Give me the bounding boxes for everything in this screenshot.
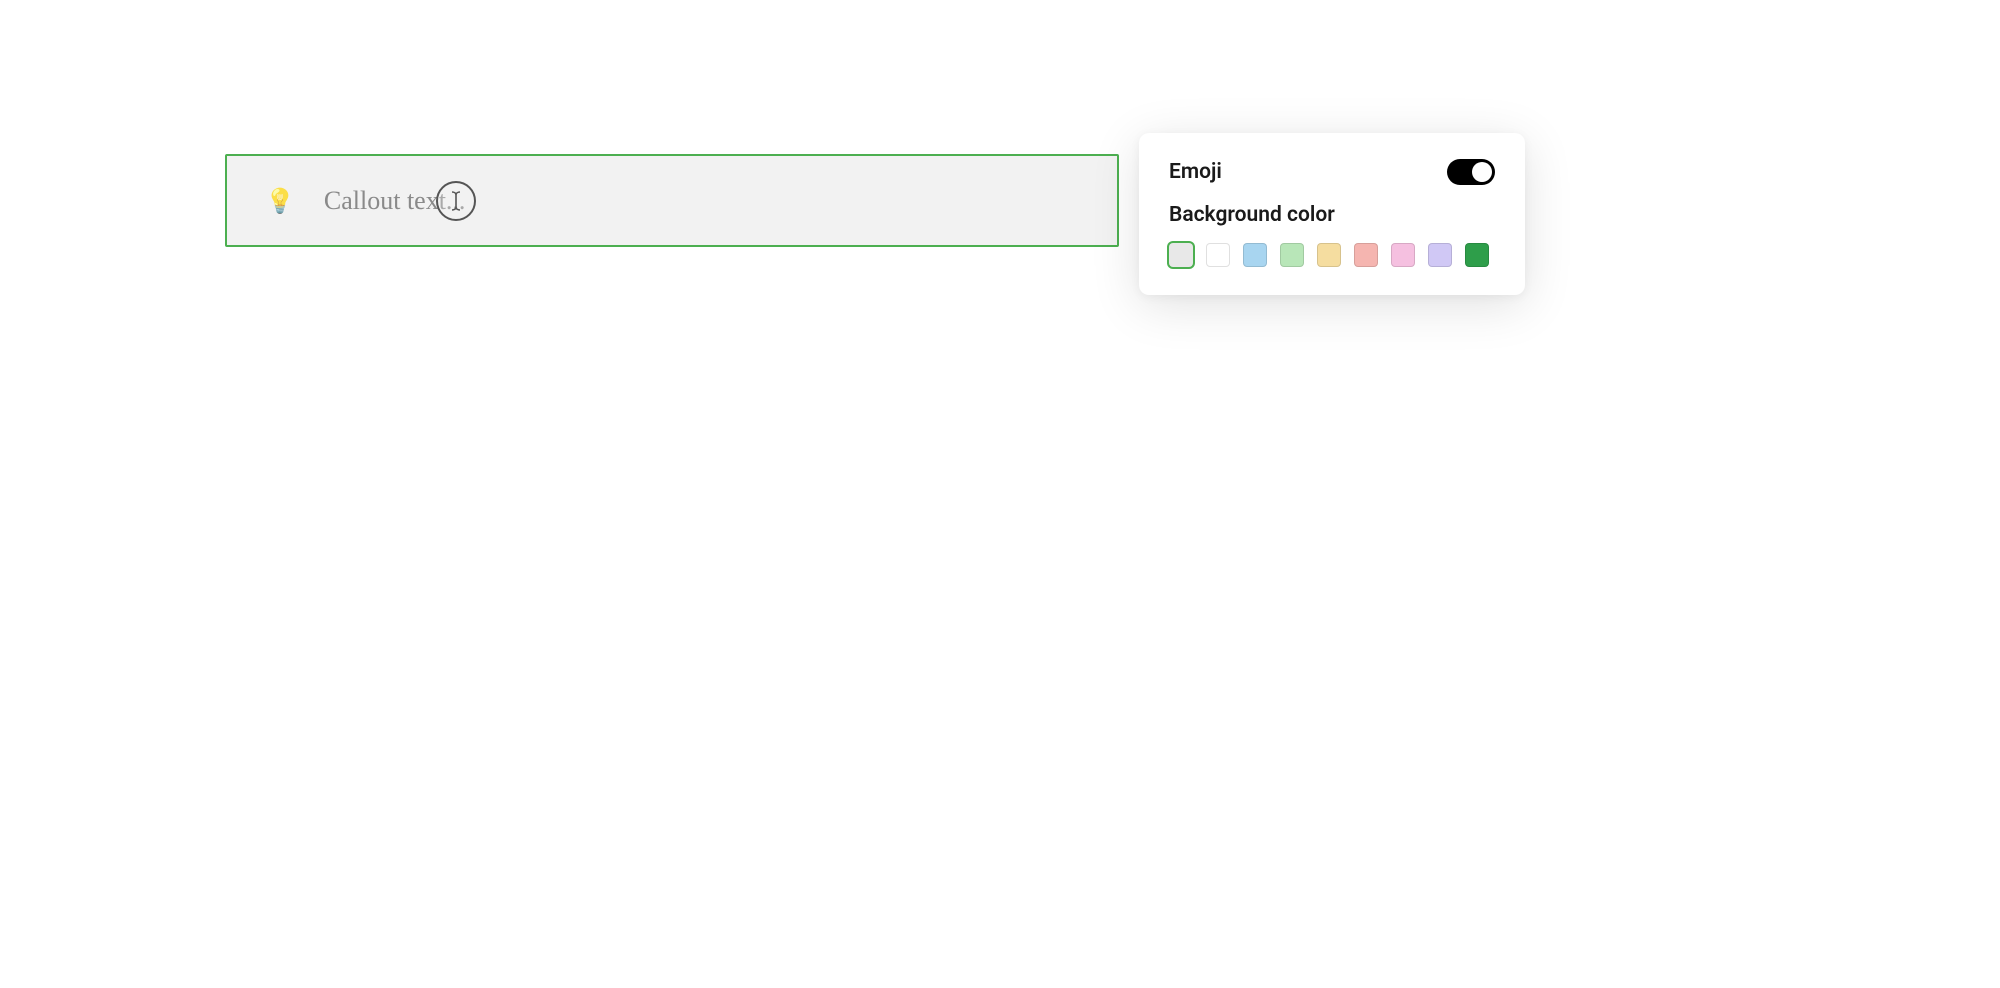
color-swatch-row (1169, 243, 1495, 267)
color-swatch-2[interactable] (1243, 243, 1267, 267)
color-swatch-0[interactable] (1169, 243, 1193, 267)
lightbulb-icon[interactable]: 💡 (265, 187, 295, 215)
color-swatch-5[interactable] (1354, 243, 1378, 267)
callout-text-input[interactable] (324, 186, 1079, 216)
emoji-toggle[interactable] (1447, 159, 1495, 185)
color-swatch-7[interactable] (1428, 243, 1452, 267)
background-color-label: Background color (1169, 203, 1495, 227)
color-swatch-8[interactable] (1465, 243, 1489, 267)
callout-settings-panel: Emoji Background color (1139, 133, 1525, 295)
toggle-knob-icon (1472, 162, 1492, 182)
callout-block: 💡 (225, 154, 1119, 247)
callout-input-wrap (324, 186, 1079, 216)
color-swatch-6[interactable] (1391, 243, 1415, 267)
color-swatch-4[interactable] (1317, 243, 1341, 267)
color-swatch-1[interactable] (1206, 243, 1230, 267)
color-swatch-3[interactable] (1280, 243, 1304, 267)
emoji-setting-label: Emoji (1169, 160, 1222, 184)
emoji-toggle-row: Emoji (1169, 159, 1495, 185)
